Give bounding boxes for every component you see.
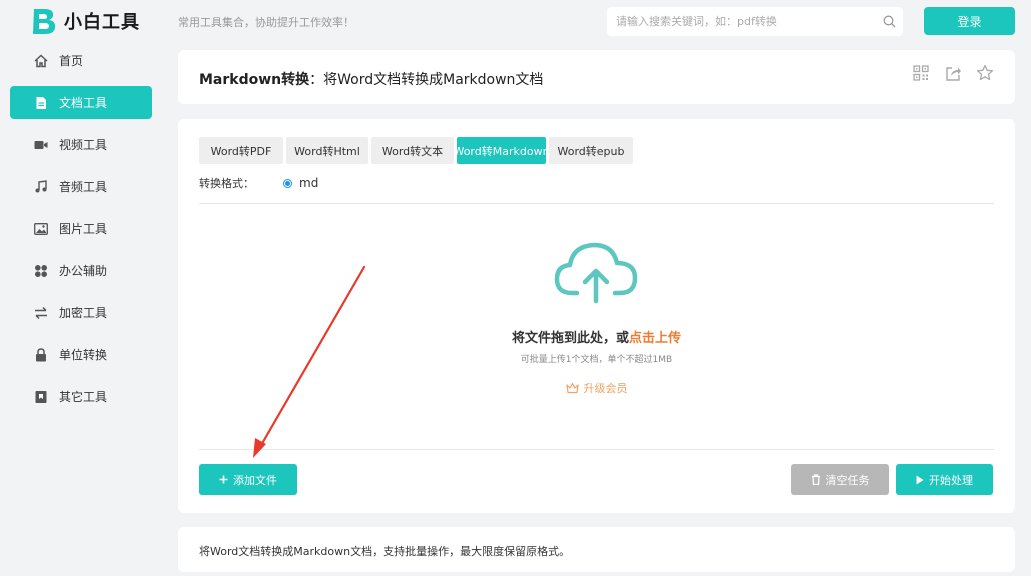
tab-word-to-text[interactable]: Word转文本 (371, 137, 454, 164)
start-processing-button[interactable]: 开始处理 (896, 464, 993, 495)
sidebar: 首页 文档工具 视频工具 音频工具 图片工具 办公辅助 加密工具 单位转换 其它… (10, 44, 152, 422)
converter-panel: Word转PDF Word转Html Word转文本 Word转Markdown… (178, 119, 1015, 513)
add-file-button[interactable]: 添加文件 (199, 464, 297, 495)
sidebar-item-label: 加密工具 (59, 306, 108, 320)
sidebar-item-label: 办公辅助 (59, 264, 108, 278)
clear-tasks-label: 清空任务 (825, 473, 870, 487)
radio-dot (285, 180, 290, 186)
music-icon (34, 179, 48, 194)
description-text: 将Word文档转换成Markdown文档，支持批量操作，最大限度保留原格式。 (199, 545, 571, 558)
trash-icon (811, 474, 821, 485)
sidebar-item-label: 单位转换 (59, 348, 108, 362)
sidebar-item-label: 音频工具 (59, 180, 108, 194)
clear-tasks-button[interactable]: 清空任务 (791, 464, 889, 495)
sidebar-item-encrypt-tools[interactable]: 加密工具 (10, 296, 152, 329)
page-title-bold: Markdown转换 (199, 72, 310, 88)
star-icon[interactable] (975, 63, 995, 83)
format-value: md (299, 176, 319, 190)
tab-word-to-markdown[interactable]: Word转Markdown (457, 137, 546, 164)
sidebar-item-label: 视频工具 (59, 138, 108, 152)
page-title: Markdown转换：将Word文档转换成Markdown文档 (199, 69, 543, 89)
plus-icon (219, 475, 228, 484)
tab-word-to-epub[interactable]: Word转epub (549, 137, 633, 164)
home-icon (34, 53, 48, 68)
swap-icon (34, 306, 48, 320)
sidebar-item-label: 文档工具 (59, 96, 108, 110)
sidebar-item-unit-conversion[interactable]: 单位转换 (10, 338, 152, 371)
upgrade-vip-link[interactable]: 升级会员 (178, 380, 1015, 396)
upload-hint: 可批量上传1个文档，单个不超过1MB (520, 355, 673, 365)
title-actions (911, 63, 995, 83)
format-row: 转换格式： md (199, 175, 318, 191)
apps-icon (34, 264, 48, 278)
format-radio[interactable] (283, 178, 292, 188)
upload-prompt: 将文件拖到此处，或点击上传 (178, 327, 1015, 346)
crown-icon (566, 381, 580, 395)
sidebar-item-label: 首页 (59, 54, 84, 68)
format-label: 转换格式： (199, 177, 254, 190)
divider (199, 203, 994, 204)
sidebar-item-other-tools[interactable]: 其它工具 (10, 380, 152, 413)
upload-prompt-text: 将文件拖到此处，或 (511, 331, 629, 346)
logo-icon (33, 9, 56, 34)
sidebar-item-video-tools[interactable]: 视频工具 (10, 128, 152, 161)
tab-word-to-html[interactable]: Word转Html (286, 137, 368, 164)
title-card: Markdown转换：将Word文档转换成Markdown文档 (178, 50, 1015, 104)
document-icon (34, 96, 48, 110)
sidebar-item-office-tools[interactable]: 办公辅助 (10, 254, 152, 287)
login-button[interactable]: 登录 (924, 7, 1015, 35)
search-box[interactable] (607, 7, 903, 36)
sidebar-item-audio-tools[interactable]: 音频工具 (10, 170, 152, 203)
qrcode-icon[interactable] (911, 63, 931, 83)
sidebar-item-home[interactable]: 首页 (10, 44, 152, 77)
cloud-upload-icon[interactable] (553, 239, 639, 307)
image-icon (34, 222, 48, 236)
slogan: 常用工具集合，协助提升工作效率！ (178, 16, 354, 29)
sidebar-item-label: 其它工具 (59, 390, 108, 404)
share-icon[interactable] (943, 63, 963, 83)
sidebar-item-label: 图片工具 (59, 222, 108, 236)
start-processing-label: 开始处理 (929, 473, 973, 487)
sidebar-item-document-tools[interactable]: 文档工具 (10, 86, 152, 119)
click-upload-link[interactable]: 点击上传 (629, 331, 681, 346)
search-icon[interactable] (875, 7, 903, 36)
page-title-rest: ：将Word文档转换成Markdown文档 (309, 72, 544, 88)
video-icon (34, 138, 48, 152)
conversion-tabs: Word转PDF Word转Html Word转文本 Word转Markdown… (199, 137, 636, 164)
bookmark-icon (34, 390, 48, 404)
sidebar-item-image-tools[interactable]: 图片工具 (10, 212, 152, 245)
logo-text: 小白工具 (64, 12, 140, 33)
upgrade-label: 升级会员 (583, 382, 628, 395)
description-card: 将Word文档转换成Markdown文档，支持批量操作，最大限度保留原格式。 (178, 527, 1015, 572)
tab-word-to-pdf[interactable]: Word转PDF (199, 137, 283, 164)
logo[interactable]: 小白工具 (30, 6, 140, 36)
divider (199, 449, 994, 450)
play-icon (916, 475, 924, 485)
add-file-label: 添加文件 (233, 473, 277, 487)
lock-icon (34, 347, 48, 362)
search-input[interactable] (607, 7, 875, 36)
